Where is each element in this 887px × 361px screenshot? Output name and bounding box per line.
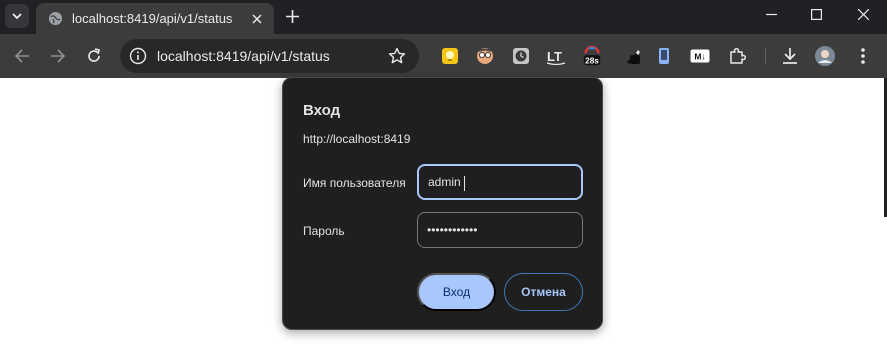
submit-button[interactable]: Вход bbox=[417, 273, 496, 311]
extension-bulb[interactable] bbox=[440, 46, 460, 66]
maximize-button[interactable] bbox=[795, 2, 837, 26]
pen-icon bbox=[627, 50, 640, 64]
extension-timer[interactable]: 28s bbox=[582, 45, 602, 66]
username-input[interactable] bbox=[428, 166, 574, 198]
downloads-button[interactable] bbox=[780, 46, 800, 66]
markdown-icon: M↓ bbox=[690, 49, 710, 63]
toolbar-separator bbox=[765, 48, 766, 64]
extension-pen[interactable] bbox=[623, 46, 643, 66]
browser-menu-button[interactable] bbox=[853, 46, 873, 66]
globe-icon bbox=[48, 11, 63, 26]
close-tab-icon[interactable] bbox=[248, 10, 265, 27]
plus-icon bbox=[285, 9, 299, 23]
bookmark-star-icon[interactable] bbox=[388, 47, 406, 65]
chevron-down-icon bbox=[12, 13, 22, 20]
close-icon bbox=[857, 8, 869, 20]
minimize-button[interactable] bbox=[750, 2, 792, 26]
lt-label: LT bbox=[547, 49, 562, 64]
yellow-bulb-icon bbox=[442, 48, 458, 64]
extension-phone[interactable] bbox=[654, 46, 674, 66]
back-button[interactable] bbox=[8, 42, 36, 70]
dialog-origin: http://localhost:8419 bbox=[303, 132, 411, 146]
avatar bbox=[815, 46, 835, 66]
markdown-label: M↓ bbox=[694, 52, 705, 62]
password-label: Пароль bbox=[303, 224, 345, 238]
tab-search-button[interactable] bbox=[5, 4, 29, 28]
auth-dialog: Вход http://localhost:8419 Имя пользоват… bbox=[282, 77, 603, 330]
site-info-icon[interactable] bbox=[129, 47, 147, 65]
extension-lt[interactable]: LT bbox=[546, 46, 566, 66]
cancel-button[interactable]: Отмена bbox=[504, 273, 583, 311]
dialog-title: Вход bbox=[303, 102, 341, 119]
new-tab-button[interactable] bbox=[281, 5, 303, 27]
timer-badge-icon: 28s bbox=[583, 45, 601, 65]
tab-active[interactable]: localhost:8419/api/v1/status bbox=[36, 3, 274, 34]
lt-icon: LT bbox=[546, 49, 566, 65]
download-icon bbox=[783, 48, 797, 64]
profile-button[interactable] bbox=[815, 46, 835, 66]
minimize-icon bbox=[765, 13, 777, 15]
extension-clock[interactable] bbox=[511, 46, 531, 66]
more-vert-icon bbox=[861, 48, 865, 64]
reload-icon bbox=[88, 48, 100, 62]
password-field[interactable] bbox=[417, 212, 583, 248]
tab-strip: localhost:8419/api/v1/status bbox=[0, 0, 887, 34]
close-window-button[interactable] bbox=[842, 2, 884, 26]
arrow-left-icon bbox=[14, 49, 29, 63]
text-caret bbox=[464, 176, 465, 191]
address-bar[interactable]: localhost:8419/api/v1/status bbox=[120, 39, 419, 73]
maximize-icon bbox=[810, 8, 822, 20]
username-label: Имя пользователя bbox=[303, 176, 406, 190]
username-field[interactable] bbox=[417, 164, 583, 200]
forward-button[interactable] bbox=[44, 42, 72, 70]
timer-badge-label: 28s bbox=[585, 56, 599, 65]
extension-markdown[interactable]: M↓ bbox=[690, 46, 710, 66]
extensions-menu[interactable] bbox=[727, 46, 747, 66]
clock-icon bbox=[513, 48, 529, 64]
phone-icon bbox=[659, 48, 669, 64]
url-text[interactable]: localhost:8419/api/v1/status bbox=[157, 48, 330, 64]
extension-face[interactable] bbox=[475, 46, 495, 66]
puzzle-icon bbox=[730, 47, 746, 64]
face-mask-icon bbox=[477, 48, 493, 64]
tab-title: localhost:8419/api/v1/status bbox=[72, 11, 233, 26]
arrow-right-icon bbox=[51, 49, 66, 63]
browser-toolbar: localhost:8419/api/v1/status LT 28s M↓ bbox=[0, 34, 887, 78]
reload-button[interactable] bbox=[80, 42, 108, 70]
password-input[interactable] bbox=[427, 213, 573, 247]
